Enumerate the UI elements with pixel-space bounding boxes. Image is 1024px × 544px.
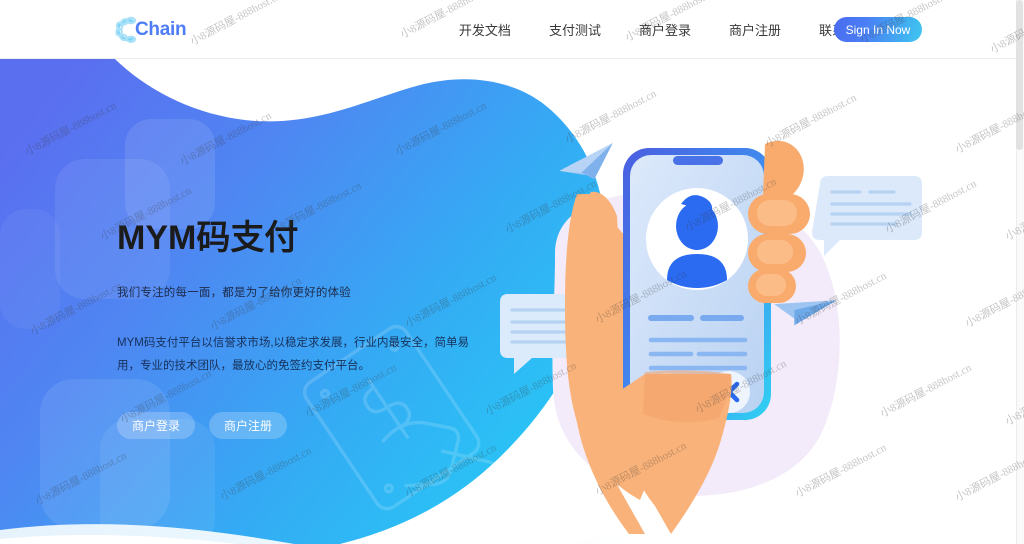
- hero-illustration: [495, 134, 965, 544]
- nav-item-merchant-register[interactable]: 商户注册: [710, 20, 800, 39]
- hand-wrist: [575, 364, 732, 534]
- hero-section: MYM码支付 我们专注的每一面，都是为了给你更好的体验 MYM码支付平台以信誉求…: [0, 59, 1016, 544]
- brand-name: Chain: [135, 19, 187, 40]
- scrollbar-thumb[interactable]: [1016, 0, 1023, 150]
- paper-plane-icon: [559, 143, 613, 180]
- nav-item-docs[interactable]: 开发文档: [440, 20, 530, 39]
- site-header: Chain 开发文档 支付测试 商户登录 商户注册 联系客服 Sign In N…: [0, 0, 1016, 59]
- brand-logo[interactable]: Chain: [112, 14, 187, 46]
- chain-c-icon: [112, 15, 138, 45]
- hero-merchant-register-button[interactable]: 商户注册: [209, 412, 288, 440]
- nav-item-merchant-login[interactable]: 商户登录: [620, 20, 710, 39]
- hero-copy: MYM码支付 我们专注的每一面，都是为了给你更好的体验 MYM码支付平台以信誉求…: [117, 219, 517, 440]
- chat-bubble-icon: [812, 176, 922, 256]
- hero-description: MYM码支付平台以信誉求市场,以稳定求发展，行业内最安全，简单易用，专业的技术团…: [117, 337, 470, 373]
- hero-subtitle: 我们专注的每一面，都是为了给你更好的体验: [117, 287, 351, 300]
- page-title: MYM码支付: [117, 219, 299, 257]
- page-root: Chain 开发文档 支付测试 商户登录 商户注册 联系客服 Sign In N…: [0, 0, 1024, 544]
- hand-thumb: [763, 140, 804, 202]
- sign-in-button[interactable]: Sign In Now: [834, 17, 922, 42]
- hero-merchant-login-button[interactable]: 商户登录: [117, 412, 196, 440]
- nav-item-payment-test[interactable]: 支付测试: [530, 20, 620, 39]
- main-navigation: 开发文档 支付测试 商户登录 商户注册 联系客服: [440, 0, 890, 59]
- hero-button-group: 商户登录 商户注册: [117, 412, 517, 440]
